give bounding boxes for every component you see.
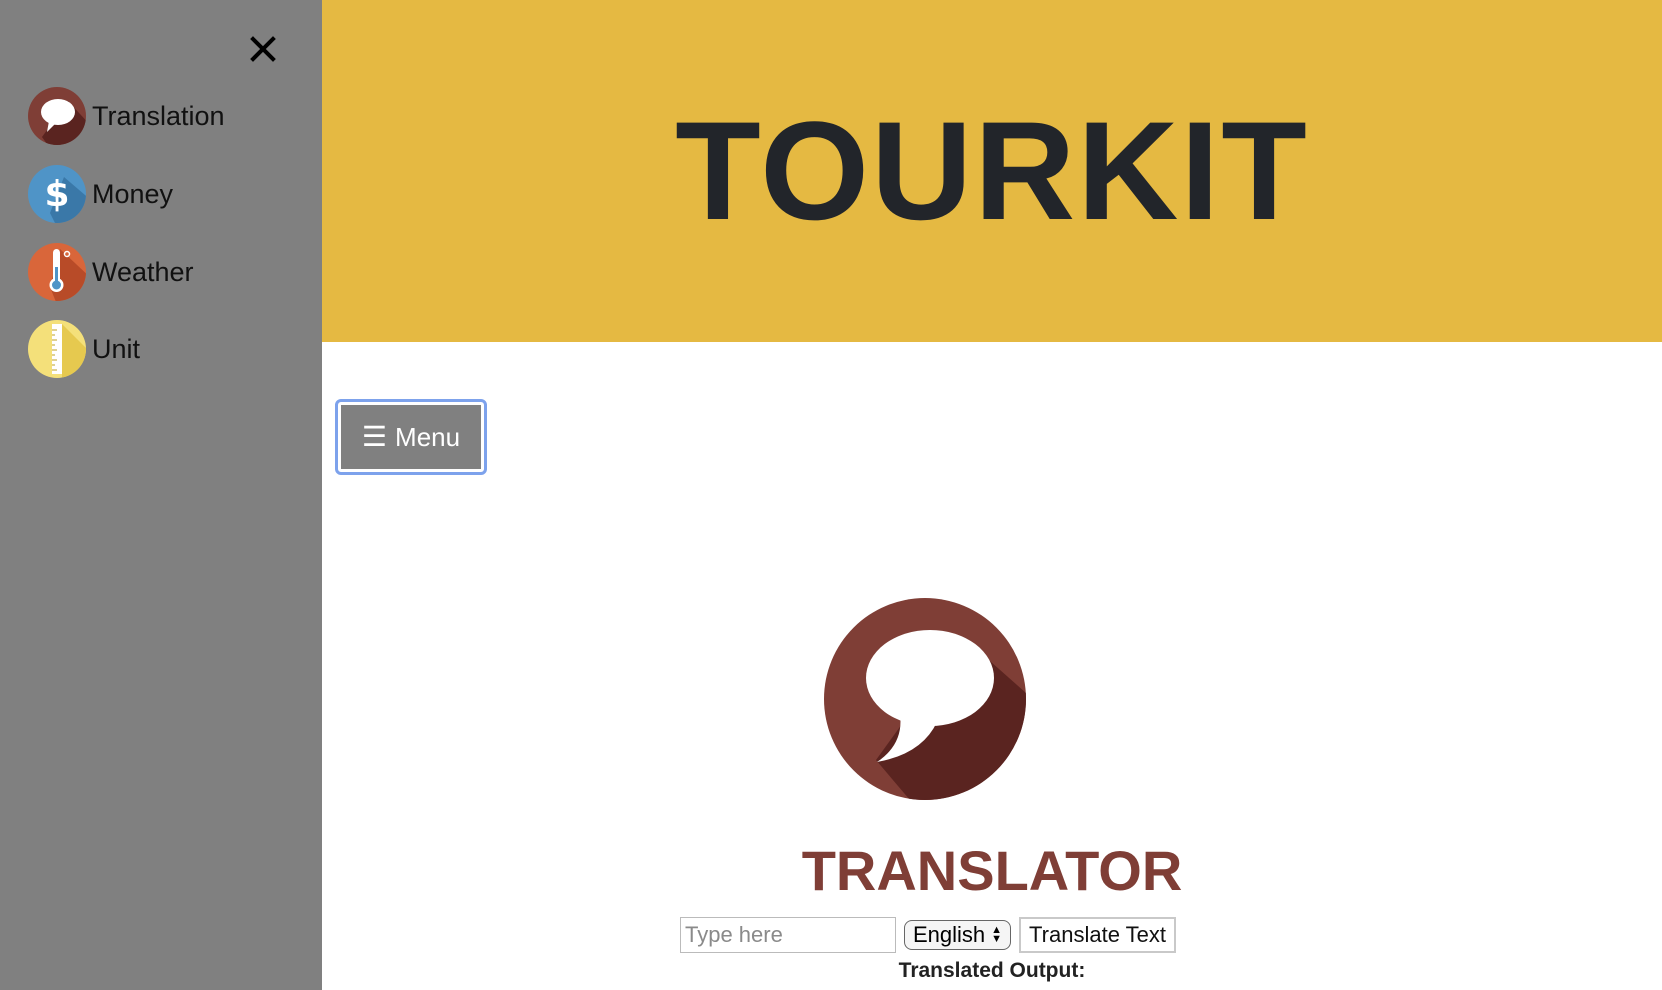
sidebar-item-weather[interactable]: Weather [28,243,308,301]
svg-text:$: $ [44,174,69,215]
speech-bubble-icon [824,598,1026,800]
select-arrows-icon: ▲ ▼ [991,924,1003,945]
sidebar-item-label: Money [92,178,174,209]
sidebar-item-label: Unit [92,333,141,364]
sidebar: Translation $ Money Weather Unit [0,0,322,990]
translate-controls: English ▲▼ Translate Text [680,917,1176,953]
sidebar-item-money[interactable]: $ Money [28,165,308,223]
site-title: TOURKIT [675,92,1309,249]
sidebar-item-label: Weather [92,256,194,287]
text-input[interactable] [680,917,896,953]
ruler-icon [28,320,86,378]
speech-bubble-icon [28,87,86,145]
translated-output-label: Translated Output: [898,959,1086,982]
translate-button[interactable]: Translate Text [1019,917,1176,953]
thermometer-icon [28,243,86,301]
menu-button-label: Menu [395,421,461,452]
dollar-icon: $ [28,165,86,223]
translator-title: TRANSLATOR [801,839,1183,902]
hamburger-icon: ☰ [361,421,388,452]
close-icon [250,36,276,62]
sidebar-item-translation[interactable]: Translation [28,87,308,145]
language-select[interactable]: English ▲ ▼ [904,920,1012,950]
sidebar-item-label: Translation [92,100,225,131]
header-banner: TOURKIT [322,0,1662,342]
page: Translation $ Money Weather Unit TOURKIT… [0,0,1662,990]
sidebar-item-unit[interactable]: Unit [28,320,308,378]
menu-button[interactable]: ☰ Menu [335,399,487,475]
close-sidebar-button[interactable] [242,28,284,70]
language-select-value: English [913,922,986,947]
